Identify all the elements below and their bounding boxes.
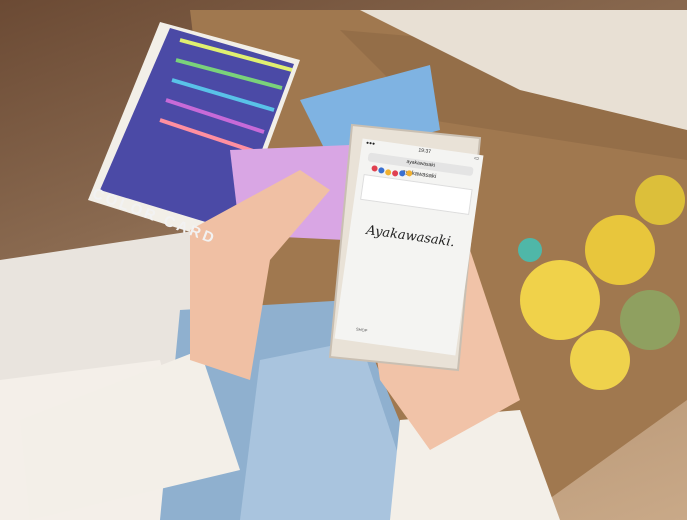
site-logo: Ayakawasaki. [365, 222, 456, 251]
photo-scene [0, 10, 687, 520]
photo: COLOR CARD ●●● 19:37 ▭ ayakawasaki ayaka… [0, 0, 687, 520]
status-time: 19:37 [418, 147, 432, 156]
nav-label[interactable]: SHOP [356, 326, 368, 333]
battery-icon: ▭ [473, 155, 480, 162]
signal-icon: ●●● [365, 140, 376, 148]
